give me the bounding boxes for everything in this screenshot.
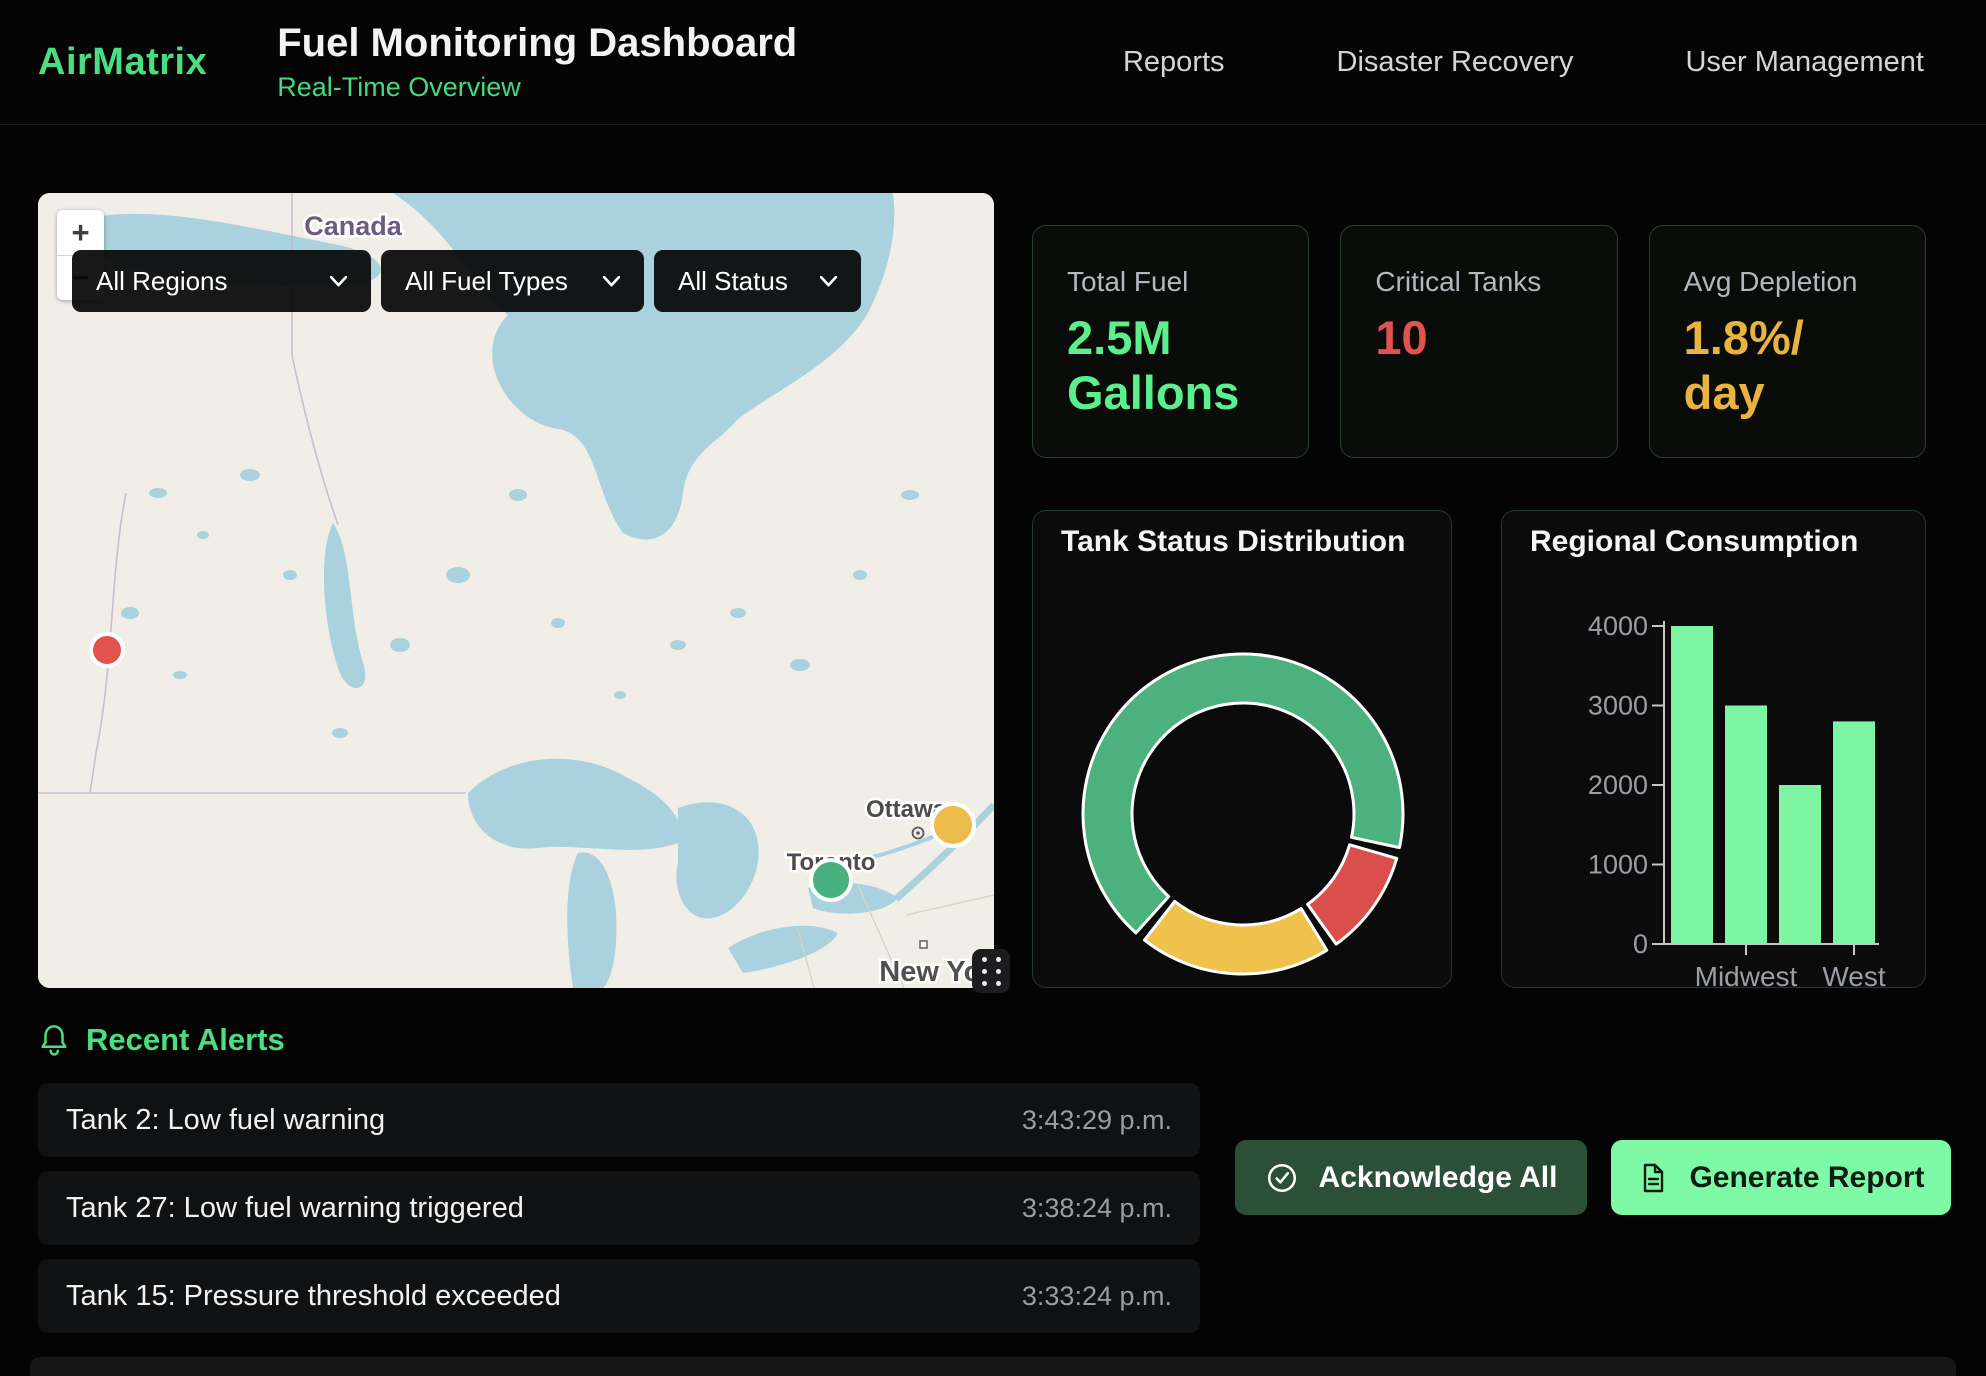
alert-timestamp: 3:43:29 p.m. — [1022, 1105, 1172, 1136]
x-tick-label: Midwest — [1695, 961, 1798, 989]
y-tick-label: 2000 — [1588, 770, 1648, 800]
all-status-select[interactable]: All Status — [654, 250, 861, 312]
tank-marker-warning[interactable] — [932, 804, 974, 846]
zoom-in-button[interactable]: + — [57, 210, 104, 255]
tank-marker-critical[interactable] — [91, 634, 123, 666]
header: AirMatrix Fuel Monitoring Dashboard Real… — [0, 0, 1986, 125]
regional-consumption-bar-chart: 0 1000 2000 3000 4000 Midwest West — [1502, 511, 1927, 989]
fuel-map-panel: Canada Ottawa Toronto New York + − All R… — [38, 193, 994, 988]
map-filter-bar: All Regions All Fuel Types All Status — [72, 250, 861, 312]
stat-label: Critical Tanks — [1375, 266, 1582, 298]
stat-card-total-fuel: Total Fuel 2.5MGallons — [1032, 225, 1309, 458]
y-tick-label: 1000 — [1588, 850, 1648, 880]
country-label: Canada — [304, 211, 403, 241]
chevron-down-icon — [820, 276, 837, 287]
check-circle-icon — [1265, 1161, 1299, 1195]
bar-region-3 — [1779, 785, 1821, 944]
y-tick-label: 3000 — [1588, 691, 1648, 721]
brand-logo[interactable]: AirMatrix — [38, 41, 207, 84]
alert-list: Tank 2: Low fuel warning3:43:29 p.m.Tank… — [38, 1083, 1200, 1347]
alert-message: Tank 2: Low fuel warning — [66, 1104, 385, 1137]
bar-midwest — [1725, 706, 1767, 945]
action-buttons: Acknowledge All Generate Report — [1235, 1140, 1951, 1215]
all-fuel-types-select[interactable]: All Fuel Types — [381, 250, 644, 312]
recent-alerts-title: Recent Alerts — [86, 1022, 285, 1058]
stat-card-critical-tanks: Critical Tanks 10 — [1340, 225, 1617, 458]
fuel-monitoring-dashboard: AirMatrix Fuel Monitoring Dashboard Real… — [0, 0, 1986, 1376]
stat-cards: Total Fuel 2.5MGallons Critical Tanks 10 Avg… — [1032, 225, 1926, 458]
page-subtitle: Real-Time Overview — [277, 72, 797, 103]
alert-timestamp: 3:33:24 p.m. — [1022, 1281, 1172, 1312]
stat-label: Avg Depletion — [1684, 266, 1891, 298]
tank-status-card: Tank Status Distribution — [1032, 510, 1452, 988]
bell-icon — [38, 1023, 70, 1057]
regional-consumption-card: Regional Consumption 01000200030004000Mi… — [1501, 510, 1926, 988]
stat-value: 1.8%/day — [1684, 310, 1891, 421]
alert-row: Tank 15: Pressure threshold exceeded 3:33… — [38, 1259, 1200, 1333]
select-value: All Fuel Types — [405, 266, 568, 297]
alert-row: Tank 2: Low fuel warning 3:43:29 p.m. — [38, 1083, 1200, 1157]
all-regions-select[interactable]: All Regions — [72, 250, 371, 312]
page-title: Fuel Monitoring Dashboard — [277, 21, 797, 66]
bar-west — [1833, 721, 1875, 944]
button-label: Acknowledge All — [1319, 1161, 1558, 1195]
alert-row-partial — [30, 1357, 1956, 1376]
tank-marker-normal[interactable] — [811, 860, 851, 900]
y-tick-label: 4000 — [1588, 611, 1648, 641]
acknowledge-all-button[interactable]: Acknowledge All — [1235, 1140, 1587, 1215]
stat-value: 10 — [1375, 310, 1582, 365]
select-value: All Regions — [96, 266, 228, 297]
x-tick-label: West — [1822, 961, 1885, 989]
button-label: Generate Report — [1689, 1161, 1924, 1195]
title-block: Fuel Monitoring Dashboard Real-Time Over… — [277, 21, 797, 103]
recent-alerts-header: Recent Alerts — [38, 1022, 285, 1058]
bar-region-1 — [1671, 626, 1713, 944]
select-value: All Status — [678, 266, 788, 297]
alert-timestamp: 3:38:24 p.m. — [1022, 1193, 1172, 1224]
generate-report-button[interactable]: Generate Report — [1611, 1140, 1951, 1215]
file-text-icon — [1637, 1162, 1669, 1194]
donut-segment-warning — [1144, 901, 1326, 974]
alert-message: Tank 15: Pressure threshold exceeded — [66, 1280, 561, 1313]
y-tick-label: 0 — [1633, 929, 1648, 959]
tank-status-donut-chart — [1033, 511, 1453, 989]
map-resize-handle[interactable] — [972, 949, 1010, 993]
map-svg: Canada Ottawa Toronto New York — [38, 193, 994, 988]
map-canvas[interactable]: Canada Ottawa Toronto New York — [38, 193, 994, 988]
chevron-down-icon — [330, 276, 347, 287]
main-nav: Reports Disaster Recovery User Management — [1123, 46, 1924, 79]
nav-item-reports[interactable]: Reports — [1123, 46, 1225, 79]
stat-label: Total Fuel — [1067, 266, 1274, 298]
nav-item-user-management[interactable]: User Management — [1685, 46, 1924, 79]
donut-segment-critical — [1308, 845, 1397, 944]
alert-row: Tank 27: Low fuel warning triggered 3:38:… — [38, 1171, 1200, 1245]
stat-card-avg-depletion: Avg Depletion 1.8%/day — [1649, 225, 1926, 458]
alert-message: Tank 27: Low fuel warning triggered — [66, 1192, 524, 1225]
stat-value: 2.5MGallons — [1067, 310, 1274, 421]
chevron-down-icon — [603, 276, 620, 287]
nav-item-disaster-recovery[interactable]: Disaster Recovery — [1337, 46, 1574, 79]
